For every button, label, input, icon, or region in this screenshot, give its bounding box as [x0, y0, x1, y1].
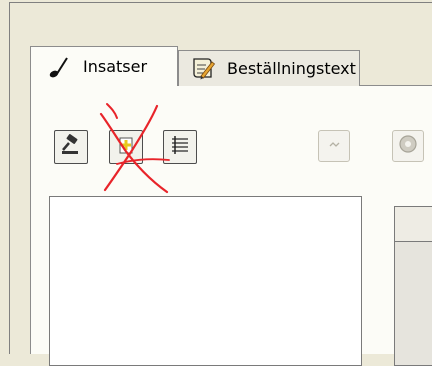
window-top-frame [9, 0, 432, 3]
list-settings-button[interactable] [163, 130, 197, 164]
tab-insatser[interactable]: Insatser [30, 46, 178, 86]
disabled-action-button[interactable] [318, 130, 350, 162]
grid-header [395, 207, 432, 242]
add-item-button[interactable] [109, 130, 143, 164]
data-grid[interactable] [394, 206, 432, 366]
gavel-button[interactable] [54, 130, 88, 164]
tab-insatser-label: Insatser [83, 57, 148, 76]
disabled-circle-action-button[interactable] [392, 130, 424, 162]
circle-icon [397, 133, 419, 159]
window-left-frame [0, 0, 10, 354]
pencil-document-icon [189, 55, 217, 83]
dimmed-icon [327, 137, 341, 156]
list-settings-icon [169, 134, 191, 160]
items-listbox[interactable] [49, 196, 362, 366]
tab-bestallningstext-label: Beställningstext [227, 59, 356, 78]
tab-bestallningstext[interactable]: Beställningstext [178, 50, 360, 86]
note-icon [45, 53, 73, 81]
gavel-icon [60, 134, 82, 160]
add-plus-icon [115, 134, 137, 160]
